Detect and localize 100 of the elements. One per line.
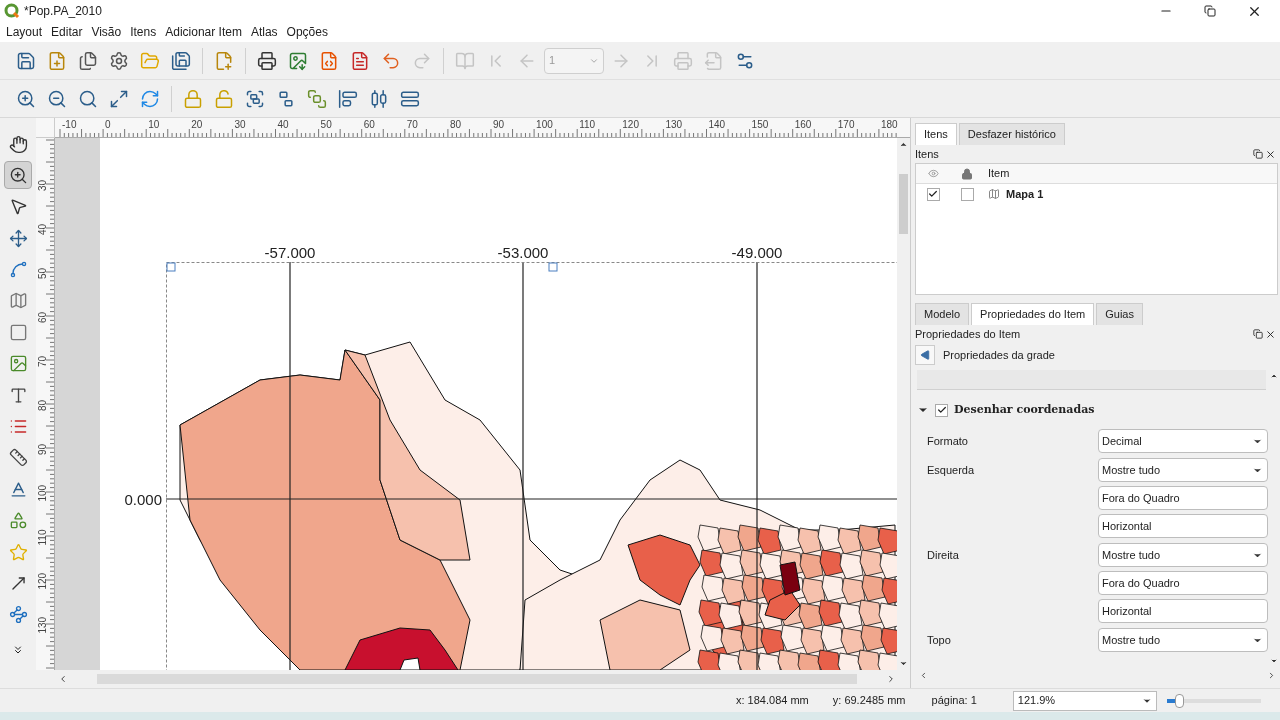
field-value: Fora do Quadro xyxy=(1102,490,1180,506)
item-name[interactable]: Mapa 1 xyxy=(1006,185,1044,203)
menu-item[interactable]: Atlas xyxy=(250,23,278,41)
panel-tab[interactable]: Modelo xyxy=(915,303,970,325)
dropdown[interactable]: Mostre tudo xyxy=(1098,458,1268,482)
grid-label: -53.000 xyxy=(496,243,550,263)
add-picture-icon xyxy=(8,354,28,374)
panel-title: Propriedades do Item xyxy=(915,326,1021,342)
export-pdf-icon xyxy=(350,50,370,71)
ruler-label: 20 xyxy=(191,119,203,130)
ruler-label: 150 xyxy=(751,119,769,130)
save-as-icon xyxy=(171,50,191,71)
zoom-value: 121.9% xyxy=(1017,693,1056,709)
ruler-label: 50 xyxy=(320,119,332,130)
grid-label: -57.000 xyxy=(263,243,317,263)
group-icon xyxy=(245,88,265,109)
visibility-checkbox[interactable] xyxy=(926,187,940,201)
panel-title: Itens xyxy=(915,146,939,162)
panel-tab[interactable]: Guias xyxy=(1096,303,1143,325)
field-value: Mostre tudo xyxy=(1102,632,1161,648)
dropdown[interactable]: Decimal xyxy=(1098,429,1268,453)
ruler-label: 80 xyxy=(449,119,461,130)
raise-icon xyxy=(307,88,327,109)
ruler-label: 10 xyxy=(148,119,160,130)
zoom-full-icon xyxy=(109,88,129,109)
zoom-tool[interactable] xyxy=(4,161,32,190)
export-image-icon xyxy=(288,50,308,71)
input-field[interactable]: Horizontal xyxy=(1098,514,1268,538)
page-indicator: página: 1 xyxy=(931,693,977,709)
map-item-icon xyxy=(988,188,1000,200)
slider-thumb[interactable] xyxy=(1174,693,1184,708)
float-icon[interactable] xyxy=(1253,148,1263,159)
scroll-up-icon xyxy=(899,140,908,149)
print-atlas-icon xyxy=(673,50,693,71)
add-map-icon xyxy=(8,291,28,311)
ruler-label: 100 xyxy=(536,119,553,130)
panel-tab[interactable]: Desfazer histórico xyxy=(958,123,1065,145)
edit-nodes-icon xyxy=(8,260,28,280)
hand-icon xyxy=(8,134,28,154)
menu-item[interactable]: Itens xyxy=(130,23,157,41)
zoom-slider[interactable] xyxy=(1166,692,1261,709)
zoom-in-icon xyxy=(16,88,36,109)
export-svg-icon xyxy=(319,50,339,71)
ruler-label: 50 xyxy=(36,266,48,282)
input-field[interactable]: Fora do Quadro xyxy=(1098,571,1268,595)
ruler-label: 140 xyxy=(708,119,726,130)
align-icon xyxy=(338,88,358,109)
input-field[interactable]: Fora do Quadro xyxy=(1098,486,1268,510)
close-panel-icon[interactable] xyxy=(1265,328,1276,340)
move-content-icon xyxy=(8,228,28,248)
input-field[interactable]: Horizontal xyxy=(1098,599,1268,623)
menu-item[interactable]: Layout xyxy=(6,23,43,41)
field-value: Fora do Quadro xyxy=(1102,575,1180,591)
section-checkbox[interactable] xyxy=(935,403,948,417)
lock-icon xyxy=(183,88,203,109)
menu-item[interactable]: Visão xyxy=(91,23,122,41)
ruler-label: 110 xyxy=(579,119,596,130)
ruler-label: 40 xyxy=(277,119,289,130)
distribute-icon xyxy=(369,88,389,109)
scroll-down-icon xyxy=(1270,657,1278,665)
ruler-label: 120 xyxy=(622,119,639,130)
ruler-label: 110 xyxy=(36,529,48,546)
breadcrumb-label: Propriedades da grade xyxy=(943,347,1055,363)
check-icon xyxy=(936,405,947,415)
field-label: Direita xyxy=(927,548,960,563)
scroll-down-icon xyxy=(899,659,908,668)
zoom-out-icon xyxy=(47,88,67,109)
field-value: Mostre tudo xyxy=(1102,462,1161,478)
print-icon xyxy=(257,50,277,71)
field-label: Esquerda xyxy=(927,463,976,478)
zoom-combobox[interactable]: 121.9% xyxy=(1012,690,1157,711)
ruler-label: 130 xyxy=(36,617,48,634)
scroll-thumb[interactable] xyxy=(899,174,908,234)
scroll-right-icon xyxy=(886,674,896,684)
menu-item[interactable]: Adicionar Item xyxy=(165,23,242,41)
close-panel-icon[interactable] xyxy=(1265,148,1276,160)
column-header: Item xyxy=(988,166,1010,182)
panel-tab[interactable]: Itens xyxy=(915,123,957,145)
dropdown[interactable]: Mostre tudo xyxy=(1098,543,1268,567)
dropdown[interactable]: Mostre tudo xyxy=(1098,628,1268,652)
back-arrow-icon xyxy=(920,350,930,360)
ruler-label: 130 xyxy=(665,119,683,130)
lock-checkbox[interactable] xyxy=(960,187,974,201)
ruler-label: 40 xyxy=(36,222,48,238)
export-atlas-icon xyxy=(704,50,724,71)
back-button[interactable] xyxy=(915,345,935,365)
y-coordinate: y: 69.2485 mm xyxy=(832,693,906,709)
panel-tab[interactable]: Propriedades do Item xyxy=(971,303,1095,325)
window-title: *Pop.PA_2010 xyxy=(24,3,102,20)
scroll-left-icon xyxy=(58,674,68,684)
float-icon[interactable] xyxy=(1253,328,1263,339)
new-page-icon xyxy=(214,50,234,71)
check-icon xyxy=(928,189,938,199)
menu-item[interactable]: Editar xyxy=(51,23,83,41)
menu-item[interactable]: Opções xyxy=(286,23,328,41)
grid-label: -49.000 xyxy=(730,243,784,263)
ruler-label: 0 xyxy=(105,119,111,130)
ruler-label: 60 xyxy=(363,119,375,130)
field-value: Decimal xyxy=(1102,433,1142,449)
grid-label: 0.000 xyxy=(123,490,162,510)
